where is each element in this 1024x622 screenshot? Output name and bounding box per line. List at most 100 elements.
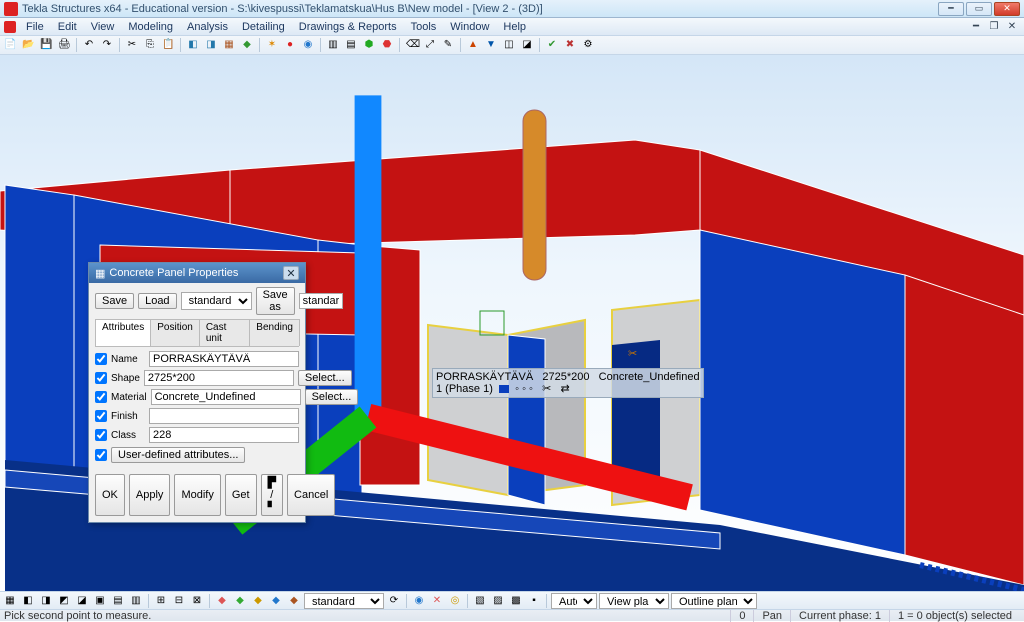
tool-copy-icon[interactable]: ⎘	[142, 37, 158, 53]
tool-generic-icon[interactable]: ◉	[300, 37, 316, 53]
render-icon[interactable]: ▧	[472, 593, 488, 609]
saveas-name-input[interactable]	[299, 293, 343, 309]
tab-bending[interactable]: Bending	[249, 319, 300, 346]
tool-redo-icon[interactable]: ↷	[99, 37, 115, 53]
render-icon[interactable]: ▪	[526, 593, 542, 609]
menu-view[interactable]: View	[85, 20, 121, 34]
tool-generic-icon[interactable]: ◨	[203, 37, 219, 53]
tool-generic-icon[interactable]: ◪	[519, 37, 535, 53]
tool-generic-icon[interactable]: ✶	[264, 37, 280, 53]
tool-generic-icon[interactable]: ⬣	[379, 37, 395, 53]
shape-check[interactable]	[95, 372, 107, 384]
filter-icon[interactable]: ◆	[286, 593, 302, 609]
menu-drawings[interactable]: Drawings & Reports	[293, 20, 403, 34]
save-button[interactable]: Save	[95, 293, 134, 309]
snap-icon[interactable]: ⊠	[189, 593, 205, 609]
name-input[interactable]	[149, 351, 299, 367]
snap-icon[interactable]: ⊟	[171, 593, 187, 609]
shape-input[interactable]	[144, 370, 294, 386]
mdi-minimize-icon[interactable]: ━	[968, 20, 984, 34]
tool-generic-icon[interactable]: ⬢	[361, 37, 377, 53]
tool-generic-icon[interactable]: ⌫	[404, 37, 420, 53]
get-button[interactable]: Get	[225, 474, 257, 516]
tool-generic-icon[interactable]: ▼	[483, 37, 499, 53]
auto-dropdown[interactable]: Auto	[551, 593, 597, 609]
menu-edit[interactable]: Edit	[52, 20, 83, 34]
menu-help[interactable]: Help	[497, 20, 532, 34]
filter-icon[interactable]: ◆	[268, 593, 284, 609]
menu-detailing[interactable]: Detailing	[236, 20, 291, 34]
viewplane-dropdown[interactable]: View plane	[599, 593, 669, 609]
material-check[interactable]	[95, 391, 107, 403]
menu-file[interactable]: File	[20, 20, 50, 34]
menu-analysis[interactable]: Analysis	[181, 20, 234, 34]
tool-generic-icon[interactable]: ✎	[440, 37, 456, 53]
mdi-close-icon[interactable]: ✕	[1004, 20, 1020, 34]
snap-icon[interactable]: ▣	[92, 593, 108, 609]
ok-button[interactable]: OK	[95, 474, 125, 516]
tool-save-icon[interactable]: 💾	[38, 37, 54, 53]
material-select-button[interactable]: Select...	[305, 389, 359, 405]
selection-filter-dropdown[interactable]: standard	[304, 593, 384, 609]
finish-check[interactable]	[95, 410, 107, 422]
uda-button[interactable]: User-defined attributes...	[111, 447, 245, 463]
shape-select-button[interactable]: Select...	[298, 370, 352, 386]
view-icon[interactable]: ✕	[429, 593, 445, 609]
tool-generic-icon[interactable]: ▤	[343, 37, 359, 53]
load-button[interactable]: Load	[138, 293, 176, 309]
tab-attributes[interactable]: Attributes	[95, 319, 151, 346]
uda-check[interactable]	[95, 449, 107, 461]
cancel-button[interactable]: Cancel	[287, 474, 335, 516]
close-button[interactable]: ✕	[994, 2, 1020, 16]
tool-generic-icon[interactable]: ⤢	[422, 37, 438, 53]
tab-position[interactable]: Position	[150, 319, 200, 346]
tab-castunit[interactable]: Cast unit	[199, 319, 250, 346]
filter-icon[interactable]: ◆	[250, 593, 266, 609]
tool-generic-icon[interactable]: ◫	[501, 37, 517, 53]
refresh-icon[interactable]: ⟳	[386, 593, 402, 609]
tool-generic-icon[interactable]: ▲	[465, 37, 481, 53]
tool-generic-icon[interactable]: ◧	[185, 37, 201, 53]
snap-icon[interactable]: ◧	[20, 593, 36, 609]
filter-toggle-button[interactable]: ▛ / ▘	[261, 474, 283, 516]
snap-icon[interactable]: ▤	[110, 593, 126, 609]
view-icon[interactable]: ◉	[411, 593, 427, 609]
render-icon[interactable]: ▨	[490, 593, 506, 609]
tool-new-icon[interactable]: 📄	[2, 37, 18, 53]
tool-paste-icon[interactable]: 📋	[160, 37, 176, 53]
snap-icon[interactable]: ▥	[128, 593, 144, 609]
menu-window[interactable]: Window	[444, 20, 495, 34]
maximize-button[interactable]: ▭	[966, 2, 992, 16]
tool-generic-icon[interactable]: ▥	[325, 37, 341, 53]
preset-dropdown[interactable]: standard	[181, 292, 252, 310]
tool-generic-icon[interactable]: ✔	[544, 37, 560, 53]
mdi-restore-icon[interactable]: ❐	[986, 20, 1002, 34]
snap-icon[interactable]: ⊞	[153, 593, 169, 609]
dialog-close-icon[interactable]: ✕	[283, 266, 299, 280]
tool-generic-icon[interactable]: ◆	[239, 37, 255, 53]
snap-icon[interactable]: ◪	[74, 593, 90, 609]
snap-icon[interactable]: ◩	[56, 593, 72, 609]
snap-icon[interactable]: ▦	[2, 593, 18, 609]
filter-icon[interactable]: ◆	[214, 593, 230, 609]
finish-input[interactable]	[149, 408, 299, 424]
tool-undo-icon[interactable]: ↶	[81, 37, 97, 53]
tool-generic-icon[interactable]: ✖	[562, 37, 578, 53]
modify-button[interactable]: Modify	[174, 474, 220, 516]
tool-open-icon[interactable]: 📂	[20, 37, 36, 53]
material-input[interactable]	[151, 389, 301, 405]
class-check[interactable]	[95, 429, 107, 441]
render-icon[interactable]: ▩	[508, 593, 524, 609]
filter-icon[interactable]: ◆	[232, 593, 248, 609]
menu-tools[interactable]: Tools	[405, 20, 443, 34]
tool-generic-icon[interactable]: ●	[282, 37, 298, 53]
menu-modeling[interactable]: Modeling	[122, 20, 179, 34]
view-icon[interactable]: ◎	[447, 593, 463, 609]
snap-icon[interactable]: ◨	[38, 593, 54, 609]
class-input[interactable]	[149, 427, 299, 443]
tool-generic-icon[interactable]: ▦	[221, 37, 237, 53]
minimize-button[interactable]: ━	[938, 2, 964, 16]
saveas-button[interactable]: Save as	[256, 287, 295, 315]
tool-print-icon[interactable]: 🖨	[56, 37, 72, 53]
apply-button[interactable]: Apply	[129, 474, 171, 516]
